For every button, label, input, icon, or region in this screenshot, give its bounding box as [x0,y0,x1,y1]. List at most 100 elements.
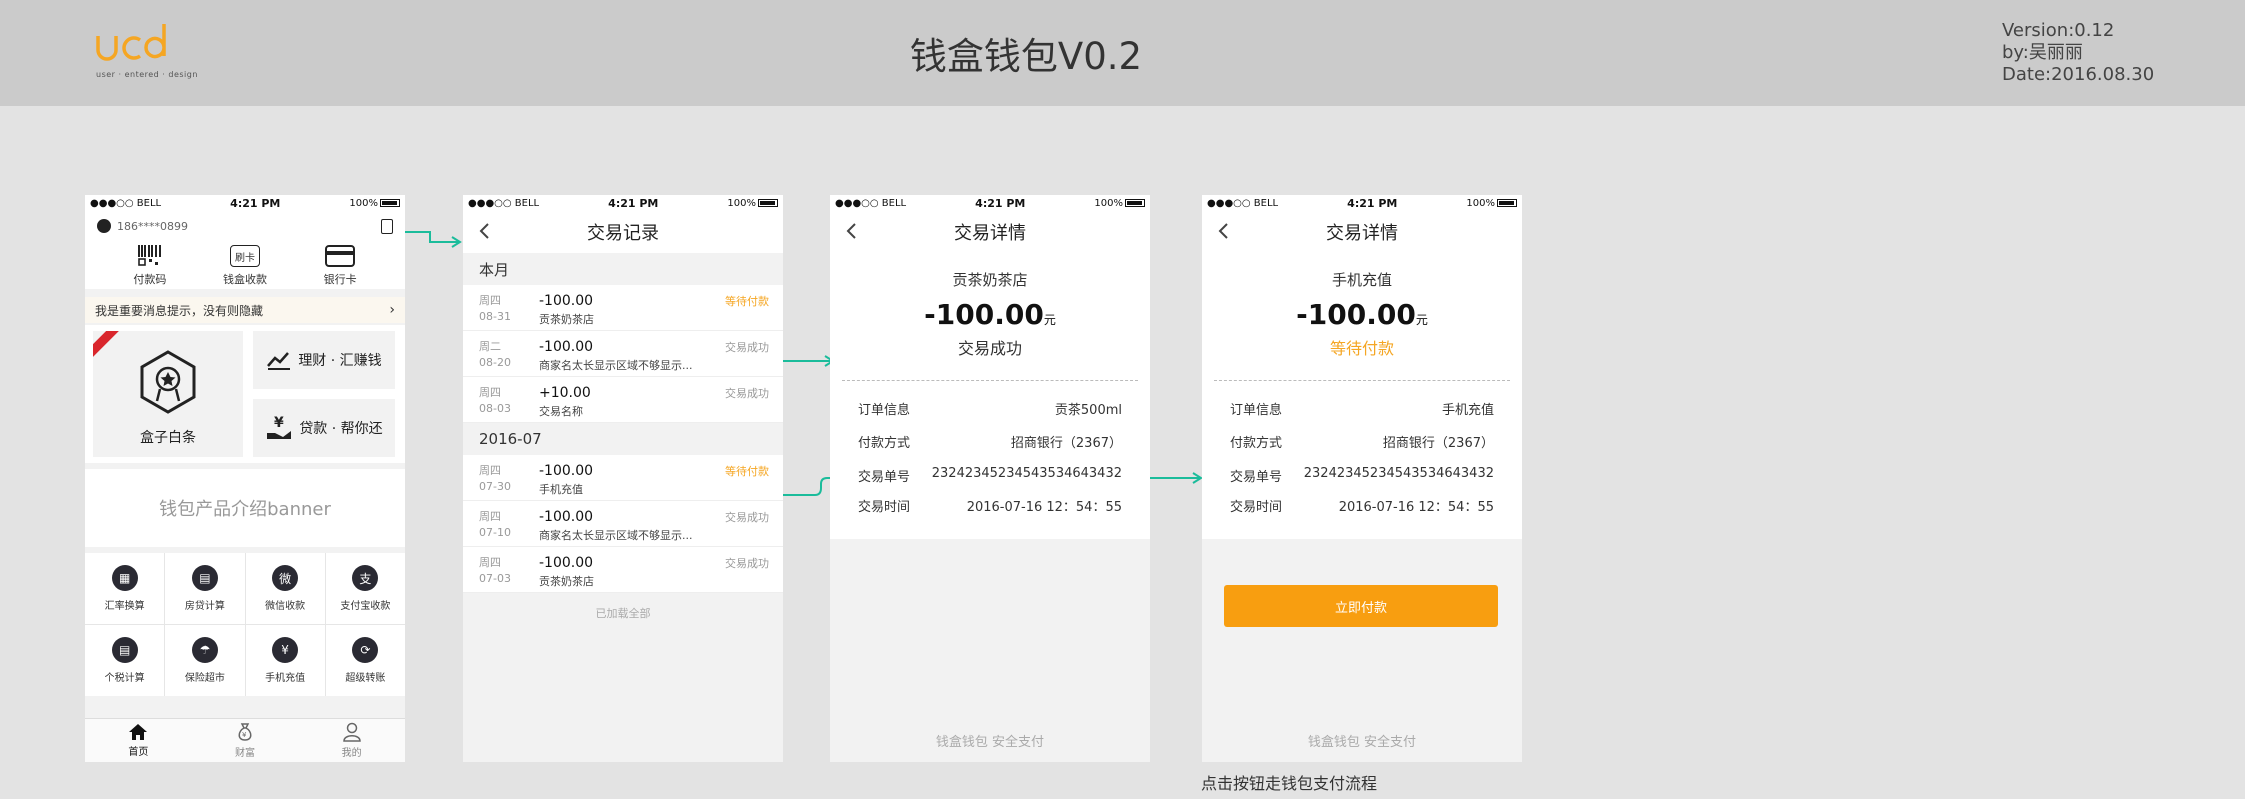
battery-icon [380,198,400,207]
tool-mortgage[interactable]: ▤ 房贷计算 [165,553,245,624]
merchant-name: 手机充值 [1331,271,1392,289]
message-icon[interactable] [381,218,393,234]
date-label: Date:2016.08.30 [2002,64,2155,85]
detail-info: 订单信息 贡茶500ml 付款方式 招商银行（2367） 交易单号 232423452… [842,380,1138,537]
money-bag-icon: ¥ [238,723,252,741]
detail-pending-screen: ●●●○○ BELL 4:21 PM 100% 交易详情 手机充值 -100.00元… [1202,195,1522,762]
detail-row: 交易时间 2016-07-16 12：54：55 [1230,500,1494,515]
carrier-label: ●●●○○ BELL [90,197,162,209]
section-header: 本月 [479,260,510,279]
version-label: Version:0.12 [2002,20,2115,41]
chevron-right-icon: › [389,302,395,318]
new-ribbon [93,331,123,363]
tab-mine[interactable]: 我的 [342,722,362,759]
record-row[interactable]: 周四 07-03 -100.00 贡茶奶茶店 交易成功 [463,547,783,593]
back-icon[interactable] [842,221,862,241]
status-bar: ●●●○○ BELL 4:21 PM 100% [463,195,783,211]
tool-wechat-collect[interactable]: 微微信收款 [245,553,325,624]
nav-bar: 交易记录 [463,211,783,253]
barcode-icon [137,245,161,266]
amount: -100.00元 [924,298,1056,331]
record-row[interactable]: 周四 07-30 -100.00 手机充值 等待付款 [463,455,783,501]
tool-exchange-rate[interactable]: ▦ 汇率换算 [85,553,165,624]
detail-info: 订单信息 手机充值 付款方式 招商银行（2367） 交易单号 232423452345… [1214,380,1510,537]
back-icon[interactable] [475,221,495,241]
finance-card[interactable]: 理财 · 汇赚钱 [253,331,395,389]
detail-row: 交易单号 23242345234543534643432 [858,466,1122,485]
nav-title: 交易详情 [1326,223,1398,244]
amount: -100.00元 [1296,298,1428,331]
status-badge: 等待付款 [725,465,769,478]
status-text: 等待付款 [1329,339,1394,358]
merchant-name: 贡茶奶茶店 [952,271,1028,289]
detail-row: 订单信息 手机充值 [1230,403,1494,418]
back-icon[interactable] [1214,221,1234,241]
calculator-icon: ▤ [191,565,218,591]
home-icon [129,724,148,740]
loan-card[interactable]: ¥ 贷款 · 帮你还 [253,399,395,457]
baitiao-card[interactable]: 盒子白条 [93,331,243,457]
user-bar: 186****0899 [85,211,405,241]
svg-text:¥: ¥ [274,415,284,431]
status-bar: ●●●○○ BELL 4:21 PM 100% [1202,195,1522,211]
home-screen: ●●●○○ BELL 4:21 PM 100% 186****0899 付款码 … [85,195,405,762]
promo-banner[interactable]: 钱包产品介绍banner [85,469,405,547]
wallet-collect-button[interactable]: 刷卡 钱盒收款 [223,245,267,287]
detail-row: 付款方式 招商银行（2367） [1230,436,1494,451]
record-row[interactable]: 周四 08-31 -100.00 贡茶奶茶店 等待付款 [463,285,783,331]
detail-row: 交易单号 23242345234543534643432 [1230,466,1494,485]
alipay-icon: 支 [352,565,379,591]
footer-text: 钱盒钱包 安全支付 [1307,735,1417,750]
status-badge: 交易成功 [725,387,769,400]
tool-insurance[interactable]: ☂ 保险超市 [165,625,245,696]
tool-alipay-collect[interactable]: 支支付宝收款 [325,553,405,624]
record-row[interactable]: 周二 08-20 -100.00 商家名太长显示区域不够显示... 交易成功 [463,331,783,377]
avatar-icon[interactable] [97,219,111,233]
detail-row: 交易时间 2016-07-16 12：54：55 [858,500,1122,515]
top-actions: 付款码 刷卡 钱盒收款 银行卡 [85,241,405,289]
phone-yen-icon: ¥ [272,637,299,663]
version-info: Version:0.12 by:吴丽丽 Date:2016.08.30 [2002,20,2154,86]
status-badge: 交易成功 [725,557,769,570]
loaded-all-label: 已加载全部 [595,607,651,620]
status-badge: 交易成功 [725,511,769,524]
pay-code-button[interactable]: 付款码 [133,243,166,287]
page-title: 钱盒钱包V0.2 [909,35,1143,78]
battery-icon [1125,198,1145,207]
status-badge: 等待付款 [725,295,769,308]
svg-text:¥: ¥ [242,731,247,739]
battery-icon [1497,198,1517,207]
badge-icon [140,350,196,414]
detail-success-screen: ●●●○○ BELL 4:21 PM 100% 交易详情 贡茶奶茶店 -100.00… [830,195,1150,762]
tool-tax[interactable]: ▤ 个税计算 [85,625,165,696]
section-header: 2016-07 [479,430,542,448]
battery-indicator: 100% [349,198,400,209]
wechat-icon: 微 [272,565,299,591]
user-icon [342,722,361,742]
notice-text: 我是重要消息提示，没有则隐藏 [95,303,264,318]
tab-home[interactable]: 首页 [128,723,148,758]
product-cards: 盒子白条 理财 · 汇赚钱 ¥ 贷款 · 帮你还 [85,325,405,463]
calculator-grid-icon: ▦ [111,565,138,591]
record-row[interactable]: 周四 07-10 -100.00 商家名太长显示区域不够显示... 交易成功 [463,501,783,547]
status-badge: 交易成功 [725,341,769,354]
nav-title: 交易记录 [587,223,659,244]
author-label: by:吴丽丽 [2002,42,2083,63]
credit-card-icon [325,245,356,267]
bank-card-button[interactable]: 银行卡 [324,245,357,287]
nav-bar: 交易详情 [1202,211,1522,253]
pay-now-button[interactable]: 立即付款 [1224,585,1498,627]
record-row[interactable]: 周四 08-03 +10.00 交易名称 交易成功 [463,377,783,423]
flow-caption: 点击按钮走钱包支付流程 [1201,774,1378,793]
transfer-icon: ⟳ [352,637,379,663]
tab-wealth[interactable]: ¥ 财富 [235,722,255,759]
tool-topup[interactable]: ¥ 手机充值 [245,625,325,696]
notice-bar[interactable]: 我是重要消息提示，没有则隐藏 › [85,297,405,323]
tool-transfer[interactable]: ⟳ 超级转账 [325,625,405,696]
detail-card: 手机充值 -100.00元 等待付款 订单信息 手机充值 付款方式 招商银行（236… [1202,253,1522,539]
yen-hand-icon: ¥ [267,415,292,439]
umbrella-icon: ☂ [191,637,218,663]
calculator-icon: ▤ [111,637,138,663]
battery-icon [758,198,778,207]
tools-grid: ▦ 汇率换算 ▤ 房贷计算 微微信收款 支支付宝收款 ▤ 个税计算 ☂ 保险超市 ¥ 手机… [85,553,405,696]
